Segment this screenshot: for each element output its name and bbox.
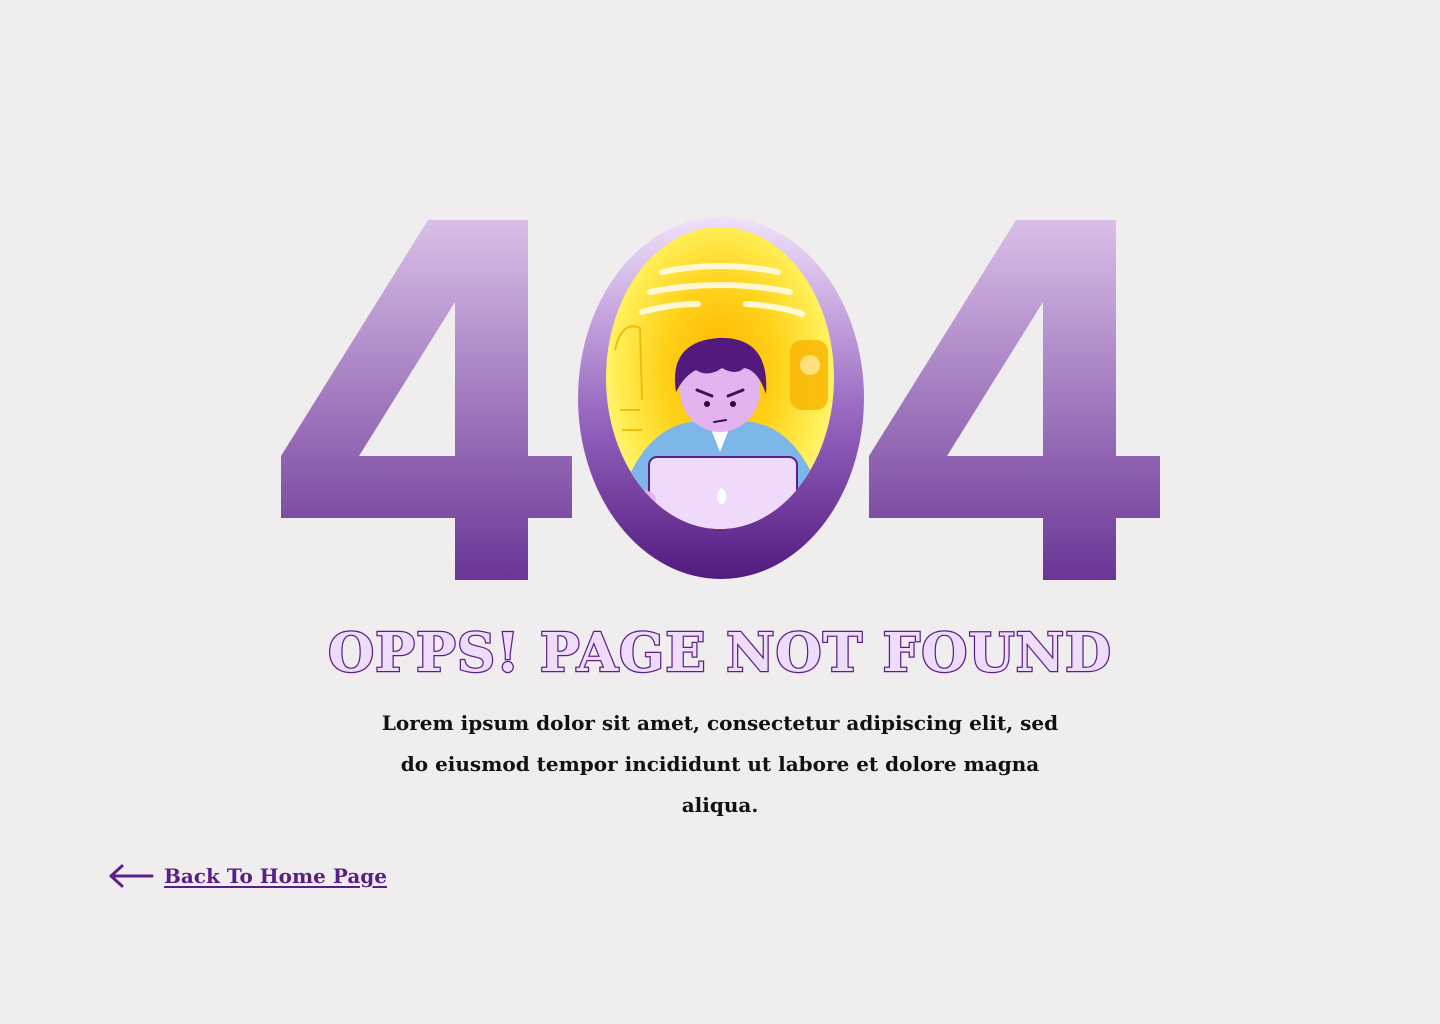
- digit-four-right: [869, 220, 1160, 580]
- page-title: OPPS! PAGE NOT FOUND: [327, 621, 1113, 686]
- digit-four-left: [281, 220, 572, 580]
- error-404-graphic: [270, 200, 1170, 600]
- back-to-home-link[interactable]: Back To Home Page: [108, 864, 387, 888]
- error-description: Lorem ipsum dolor sit amet, consectetur …: [381, 711, 1059, 817]
- arrow-left-icon: [109, 864, 154, 888]
- back-link-label: Back To Home Page: [164, 864, 388, 888]
